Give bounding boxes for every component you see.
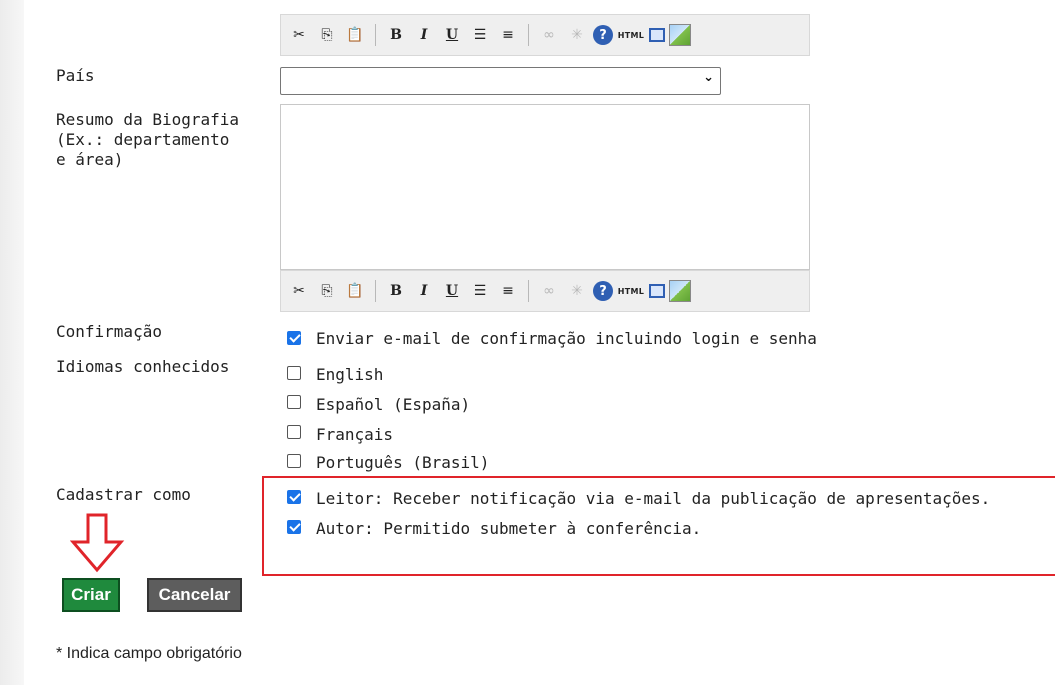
confirmation-label: Confirmação	[56, 322, 162, 341]
language-checkbox-spanish[interactable]	[287, 395, 301, 409]
confirmation-option-label: Enviar e-mail de confirmação incluindo l…	[316, 329, 817, 348]
help-icon[interactable]: ?	[593, 281, 613, 301]
fullscreen-icon[interactable]	[649, 28, 665, 42]
bio-label: Resumo da Biografia (Ex.: departamento e…	[56, 110, 240, 169]
create-button[interactable]: Criar	[62, 578, 120, 612]
language-checkbox-english[interactable]	[287, 366, 301, 380]
toolbar-divider	[528, 24, 529, 46]
numbered-list-icon[interactable]: ≡	[496, 23, 520, 47]
toolbar-divider	[375, 280, 376, 302]
cut-icon[interactable]: ✂	[287, 279, 311, 303]
country-label: País	[56, 66, 95, 85]
bold-button[interactable]: B	[384, 23, 408, 47]
link-icon[interactable]: ∞	[537, 23, 561, 47]
chevron-down-icon: ⌄	[703, 70, 714, 85]
unlink-icon[interactable]: ✳	[565, 23, 589, 47]
underline-button[interactable]: U	[440, 23, 464, 47]
toolbar-divider	[375, 24, 376, 46]
confirmation-checkbox[interactable]	[287, 331, 301, 345]
copy-icon[interactable]: ⎘	[315, 23, 339, 47]
language-option-english: English	[316, 365, 384, 384]
languages-label: Idiomas conhecidos	[56, 357, 230, 376]
bullet-list-icon[interactable]: ☰	[468, 23, 492, 47]
underline-button[interactable]: U	[440, 279, 464, 303]
country-select[interactable]: ⌄	[280, 67, 721, 95]
language-option-spanish: Español (España)	[316, 395, 471, 414]
paste-icon[interactable]: 📋	[343, 23, 367, 47]
numbered-list-icon[interactable]: ≡	[496, 279, 520, 303]
link-icon[interactable]: ∞	[537, 279, 561, 303]
help-icon[interactable]: ?	[593, 25, 613, 45]
fullscreen-icon[interactable]	[649, 284, 665, 298]
bullet-list-icon[interactable]: ☰	[468, 279, 492, 303]
editor-toolbar-bottom: ✂ ⎘ 📋 B I U ☰ ≡ ∞ ✳ ? HTML	[280, 270, 810, 312]
html-source-button[interactable]: HTML	[617, 279, 645, 303]
editor-toolbar-top: ✂ ⎘ 📋 B I U ☰ ≡ ∞ ✳ ? HTML	[280, 14, 810, 56]
bold-button[interactable]: B	[384, 279, 408, 303]
copy-icon[interactable]: ⎘	[315, 279, 339, 303]
register-as-label: Cadastrar como	[56, 485, 191, 504]
bio-textarea[interactable]	[280, 104, 810, 270]
language-checkbox-french[interactable]	[287, 425, 301, 439]
cancel-button[interactable]: Cancelar	[147, 578, 242, 612]
left-sidebar-edge	[0, 0, 24, 685]
paste-icon[interactable]: 📋	[343, 279, 367, 303]
unlink-icon[interactable]: ✳	[565, 279, 589, 303]
image-icon[interactable]	[669, 280, 691, 302]
image-icon[interactable]	[669, 24, 691, 46]
toolbar-divider	[528, 280, 529, 302]
required-field-note: * Indica campo obrigatório	[56, 645, 242, 662]
author-role-checkbox[interactable]	[287, 520, 301, 534]
italic-button[interactable]: I	[412, 279, 436, 303]
reader-role-checkbox[interactable]	[287, 490, 301, 504]
down-arrow-icon	[70, 513, 125, 573]
reader-role-label: Leitor: Receber notificação via e-mail d…	[316, 489, 991, 508]
author-role-label: Autor: Permitido submeter à conferência.	[316, 519, 702, 538]
language-option-portuguese: Português (Brasil)	[316, 453, 490, 472]
html-source-button[interactable]: HTML	[617, 23, 645, 47]
cut-icon[interactable]: ✂	[287, 23, 311, 47]
language-checkbox-portuguese[interactable]	[287, 454, 301, 468]
italic-button[interactable]: I	[412, 23, 436, 47]
language-option-french: Français	[316, 425, 394, 444]
